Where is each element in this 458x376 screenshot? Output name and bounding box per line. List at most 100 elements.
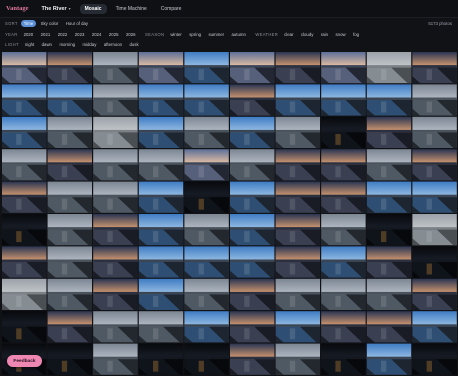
mosaic-photo-tile[interactable] xyxy=(184,246,229,278)
mosaic-photo-tile[interactable] xyxy=(321,84,366,116)
mosaic-photo-tile[interactable] xyxy=(2,116,47,148)
light-chip-dusk[interactable]: dusk xyxy=(127,41,142,48)
mosaic-photo-tile[interactable] xyxy=(138,311,184,343)
mosaic-photo-tile[interactable] xyxy=(275,343,320,375)
mosaic-photo-tile[interactable] xyxy=(275,278,320,310)
mosaic-photo-tile[interactable] xyxy=(47,214,92,246)
mosaic-photo-tile[interactable] xyxy=(230,246,275,278)
mosaic-photo-tile[interactable] xyxy=(275,84,320,116)
mosaic-photo-tile[interactable] xyxy=(184,52,229,84)
mosaic-photo-tile[interactable] xyxy=(93,343,138,375)
mosaic-photo-tile[interactable] xyxy=(184,149,229,181)
mosaic-photo-tile[interactable] xyxy=(2,181,47,213)
mosaic-photo-tile[interactable] xyxy=(93,52,138,84)
feedback-button[interactable]: Feedback xyxy=(7,355,42,367)
mosaic-photo-tile[interactable] xyxy=(366,246,412,278)
mosaic-photo-tile[interactable] xyxy=(230,84,275,116)
mosaic-photo-tile[interactable] xyxy=(366,52,412,84)
mosaic-photo-tile[interactable] xyxy=(366,311,412,343)
light-chip-afternoon[interactable]: afternoon xyxy=(101,41,125,48)
weather-chip-rain[interactable]: rain xyxy=(318,31,331,38)
mosaic-photo-tile[interactable] xyxy=(138,246,184,278)
mosaic-photo-tile[interactable] xyxy=(184,181,229,213)
mosaic-photo-tile[interactable] xyxy=(93,149,138,181)
mosaic-photo-tile[interactable] xyxy=(275,246,320,278)
chevron-down-icon[interactable]: ▾ xyxy=(69,6,71,11)
mosaic-photo-tile[interactable] xyxy=(47,181,92,213)
mosaic-photo-tile[interactable] xyxy=(138,181,184,213)
mosaic-photo-tile[interactable] xyxy=(138,214,184,246)
mosaic-photo-tile[interactable] xyxy=(412,311,457,343)
year-chip-2025[interactable]: 2025 xyxy=(106,31,122,38)
mosaic-photo-tile[interactable] xyxy=(230,116,275,148)
mosaic-photo-tile[interactable] xyxy=(2,311,47,343)
mosaic-photo-tile[interactable] xyxy=(2,246,47,278)
weather-chip-fog[interactable]: fog xyxy=(350,31,362,38)
mosaic-photo-tile[interactable] xyxy=(93,116,138,148)
sort-time-chip[interactable]: Time xyxy=(20,20,37,27)
tab-time-machine[interactable]: Time Machine xyxy=(111,4,152,14)
mosaic-photo-tile[interactable] xyxy=(47,246,92,278)
mosaic-photo-tile[interactable] xyxy=(93,311,138,343)
sort-hour-of-day-chip[interactable]: Hour of day xyxy=(63,20,91,27)
mosaic-photo-tile[interactable] xyxy=(93,214,138,246)
mosaic-photo-tile[interactable] xyxy=(138,116,184,148)
mosaic-photo-tile[interactable] xyxy=(138,278,184,310)
mosaic-photo-tile[interactable] xyxy=(366,116,412,148)
mosaic-photo-tile[interactable] xyxy=(321,311,366,343)
mosaic-photo-tile[interactable] xyxy=(412,149,457,181)
mosaic-photo-tile[interactable] xyxy=(2,149,47,181)
year-chip-2023[interactable]: 2023 xyxy=(72,31,88,38)
mosaic-photo-tile[interactable] xyxy=(275,149,320,181)
light-chip-night[interactable]: night xyxy=(22,41,37,48)
light-chip-midday[interactable]: midday xyxy=(79,41,99,48)
mosaic-photo-tile[interactable] xyxy=(2,84,47,116)
mosaic-photo-tile[interactable] xyxy=(275,52,320,84)
mosaic-photo-tile[interactable] xyxy=(47,84,92,116)
mosaic-photo-tile[interactable] xyxy=(184,311,229,343)
mosaic-photo-tile[interactable] xyxy=(230,278,275,310)
year-chip-2021[interactable]: 2021 xyxy=(38,31,54,38)
mosaic-photo-tile[interactable] xyxy=(93,84,138,116)
mosaic-photo-tile[interactable] xyxy=(412,181,457,213)
mosaic-photo-tile[interactable] xyxy=(412,246,457,278)
tab-mosaic[interactable]: Mosaic xyxy=(79,3,107,14)
mosaic-photo-tile[interactable] xyxy=(321,246,366,278)
mosaic-photo-tile[interactable] xyxy=(93,181,138,213)
mosaic-photo-tile[interactable] xyxy=(47,149,92,181)
mosaic-photo-tile[interactable] xyxy=(2,52,47,84)
mosaic-photo-tile[interactable] xyxy=(138,84,184,116)
mosaic-photo-tile[interactable] xyxy=(230,52,275,84)
mosaic-photo-tile[interactable] xyxy=(275,311,320,343)
mosaic-photo-tile[interactable] xyxy=(47,311,92,343)
mosaic-photo-tile[interactable] xyxy=(412,343,457,375)
mosaic-photo-tile[interactable] xyxy=(138,343,184,375)
mosaic-photo-tile[interactable] xyxy=(138,52,184,84)
mosaic-photo-tile[interactable] xyxy=(366,149,412,181)
mosaic-photo-tile[interactable] xyxy=(93,278,138,310)
season-chip-spring[interactable]: spring xyxy=(186,31,204,38)
weather-chip-clear[interactable]: clear xyxy=(281,31,296,38)
light-chip-dawn[interactable]: dawn xyxy=(39,41,55,48)
mosaic-photo-tile[interactable] xyxy=(321,214,366,246)
weather-chip-snow[interactable]: snow xyxy=(333,31,349,38)
mosaic-photo-tile[interactable] xyxy=(366,84,412,116)
year-chip-2024[interactable]: 2024 xyxy=(89,31,105,38)
mosaic-photo-tile[interactable] xyxy=(275,181,320,213)
mosaic-photo-tile[interactable] xyxy=(47,116,92,148)
mosaic-photo-tile[interactable] xyxy=(47,52,92,84)
mosaic-photo-tile[interactable] xyxy=(230,214,275,246)
mosaic-photo-tile[interactable] xyxy=(2,214,47,246)
brand-logo[interactable]: Vantage xyxy=(6,5,29,12)
sort-sky-color-chip[interactable]: Sky color xyxy=(38,20,62,27)
mosaic-photo-tile[interactable] xyxy=(93,246,138,278)
mosaic-photo-tile[interactable] xyxy=(412,52,457,84)
mosaic-photo-tile[interactable] xyxy=(321,116,366,148)
mosaic-photo-tile[interactable] xyxy=(412,84,457,116)
mosaic-photo-tile[interactable] xyxy=(412,278,457,310)
mosaic-photo-tile[interactable] xyxy=(321,278,366,310)
mosaic-photo-tile[interactable] xyxy=(184,278,229,310)
weather-chip-cloudy[interactable]: cloudy xyxy=(298,31,316,38)
project-selector[interactable]: The River xyxy=(42,6,67,12)
year-chip-2020[interactable]: 2020 xyxy=(21,31,37,38)
